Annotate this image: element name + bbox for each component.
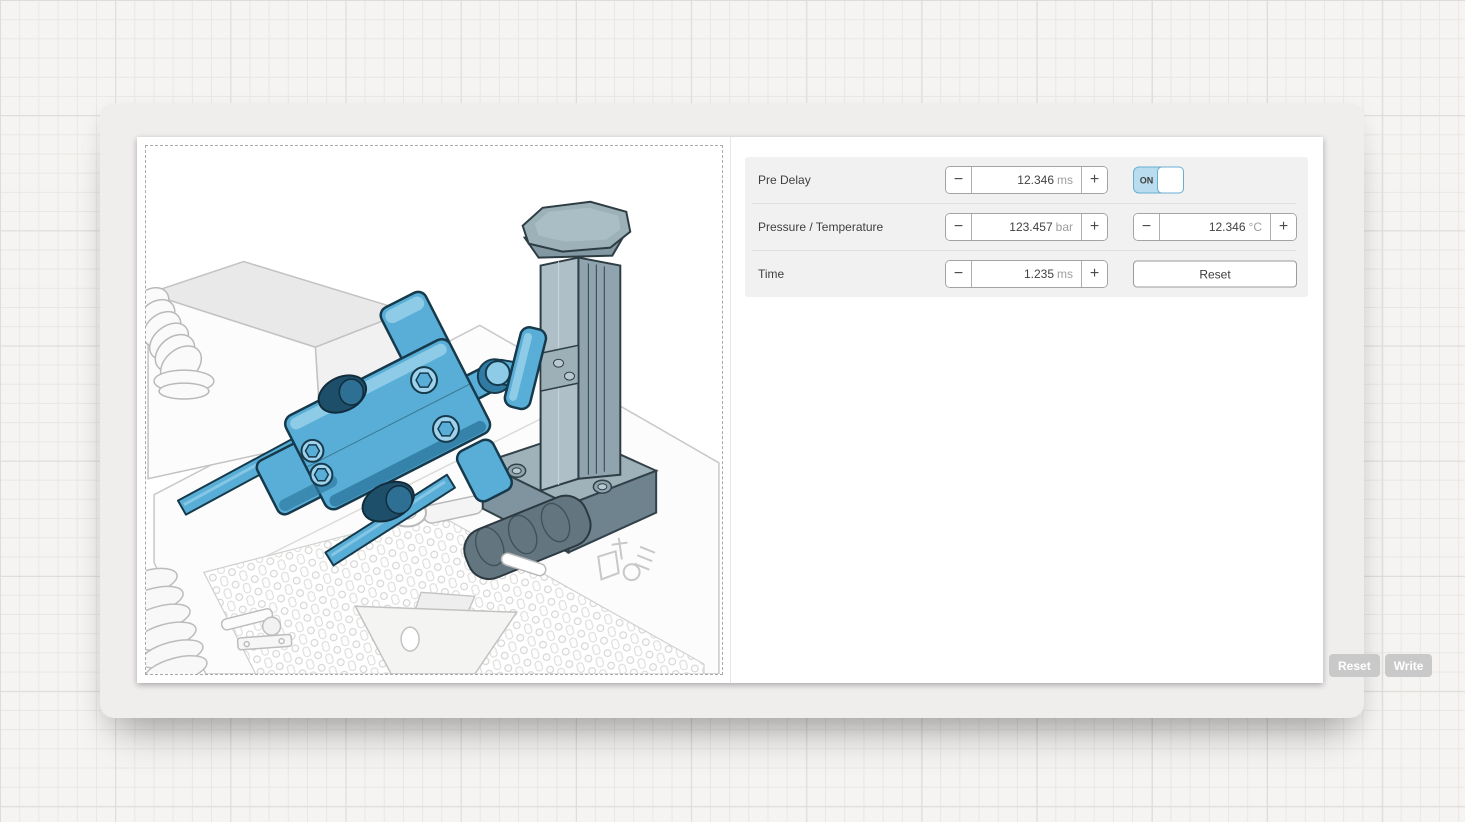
param-row-time: Time − ms + Reset — [745, 251, 1308, 297]
footer-write-button[interactable]: Write — [1385, 654, 1433, 677]
temperature-stepper: − °C + — [1133, 213, 1297, 241]
temperature-decrement-button[interactable]: − — [1134, 214, 1160, 240]
param-row-pressure-temperature: Pressure / Temperature − bar + − — [745, 204, 1308, 250]
time-increment-button[interactable]: + — [1081, 261, 1107, 287]
param-label-time: Time — [758, 267, 784, 281]
time-decrement-button[interactable]: − — [946, 261, 972, 287]
toggle-knob — [1157, 167, 1184, 194]
param-label-pressure-temperature: Pressure / Temperature — [758, 220, 883, 234]
time-unit: ms — [1057, 267, 1073, 281]
pre-delay-input[interactable] — [976, 173, 1054, 187]
parameter-block: Pre Delay − ms + ON — [745, 157, 1308, 297]
temperature-field: °C — [1160, 214, 1270, 240]
time-input[interactable] — [976, 267, 1054, 281]
pre-delay-decrement-button[interactable]: − — [946, 167, 972, 193]
pressure-field: bar — [972, 214, 1081, 240]
toggle-on-label: ON — [1134, 175, 1159, 185]
temperature-input[interactable] — [1164, 220, 1246, 234]
time-reset-button[interactable]: Reset — [1133, 261, 1297, 288]
page-background: Pre Delay − ms + ON — [0, 0, 1465, 822]
pre-delay-stepper: − ms + — [945, 166, 1108, 194]
time-field: ms — [972, 261, 1081, 287]
app-window: Pre Delay − ms + ON — [137, 137, 1323, 683]
controls-panel: Pre Delay − ms + ON — [731, 137, 1323, 683]
pre-delay-increment-button[interactable]: + — [1081, 167, 1107, 193]
pre-delay-unit: ms — [1057, 173, 1073, 187]
pre-delay-toggle[interactable]: ON — [1133, 167, 1184, 194]
pre-delay-field: ms — [972, 167, 1081, 193]
model-viewer-panel — [145, 145, 723, 675]
machine-illustration — [146, 146, 722, 674]
footer-reset-button[interactable]: Reset — [1329, 654, 1380, 677]
param-row-pre-delay: Pre Delay − ms + ON — [745, 157, 1308, 203]
footer-buttons: Reset Write — [1329, 654, 1432, 677]
pressure-stepper: − bar + — [945, 213, 1108, 241]
column-assembly — [541, 258, 621, 491]
time-stepper: − ms + — [945, 260, 1108, 288]
pressure-input[interactable] — [976, 220, 1053, 234]
pressure-decrement-button[interactable]: − — [946, 214, 972, 240]
temperature-unit: °C — [1249, 220, 1262, 234]
app-card: Pre Delay − ms + ON — [100, 103, 1364, 718]
pressure-increment-button[interactable]: + — [1081, 214, 1107, 240]
pressure-unit: bar — [1056, 220, 1073, 234]
param-label-pre-delay: Pre Delay — [758, 173, 811, 187]
temperature-increment-button[interactable]: + — [1270, 214, 1296, 240]
column-cap — [523, 202, 631, 258]
